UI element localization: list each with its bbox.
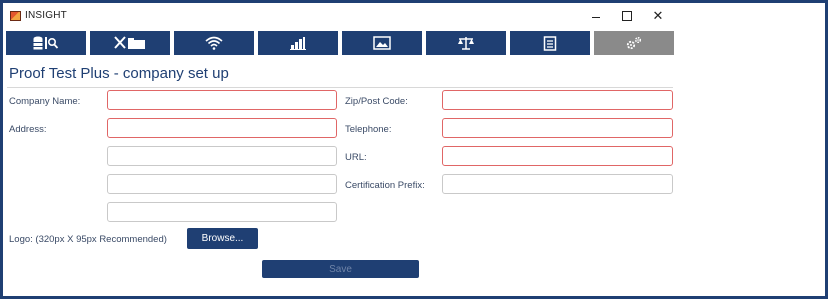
document-icon (543, 35, 557, 51)
company-name-label: Company Name: (9, 96, 81, 107)
scales-icon (458, 37, 474, 50)
wifi-icon (205, 36, 223, 50)
maximize-button[interactable] (612, 7, 642, 25)
address-line-2-field[interactable] (107, 146, 337, 166)
cert-prefix-field[interactable] (442, 174, 673, 194)
url-field[interactable] (442, 146, 673, 166)
minimize-button[interactable] (581, 7, 611, 25)
telephone-field[interactable] (442, 118, 673, 138)
toolbar-button-tools[interactable] (90, 31, 170, 55)
address-line-1-field[interactable] (107, 118, 337, 138)
app-window: INSIGHT ✕ Proof Test Plus - company set … (0, 0, 828, 299)
close-button[interactable]: ✕ (643, 7, 673, 25)
app-logo-icon (10, 11, 21, 21)
toolbar-button-chart[interactable] (258, 31, 338, 55)
zip-field[interactable] (442, 90, 673, 110)
address-line-3-field[interactable] (107, 174, 337, 194)
window-title: INSIGHT (25, 10, 67, 21)
image-icon (373, 36, 391, 50)
toolbar-button-wifi[interactable] (174, 31, 254, 55)
cert-prefix-label: Certification Prefix: (345, 180, 425, 191)
browse-button[interactable]: Browse... (187, 228, 258, 249)
maximize-icon (622, 11, 632, 21)
address-line-4-field[interactable] (107, 202, 337, 222)
toolbar-button-image[interactable] (342, 31, 422, 55)
tools-folder-icon (114, 36, 145, 49)
save-button[interactable]: Save (262, 260, 419, 278)
toolbar-button-database[interactable] (6, 31, 86, 55)
zip-label: Zip/Post Code: (345, 96, 408, 107)
address-label: Address: (9, 124, 47, 135)
title-bar: INSIGHT ✕ (3, 3, 825, 30)
page-title: Proof Test Plus - company set up (9, 65, 229, 82)
logo-label: Logo: (320px X 95px Recommended) (9, 234, 167, 245)
telephone-label: Telephone: (345, 124, 392, 135)
toolbar-button-settings[interactable] (594, 31, 674, 55)
bar-chart-icon (290, 37, 306, 50)
minimize-icon (592, 16, 600, 18)
toolbar-button-scales[interactable] (426, 31, 506, 55)
url-label: URL: (345, 152, 367, 163)
toolbar-button-document[interactable] (510, 31, 590, 55)
company-name-field[interactable] (107, 90, 337, 110)
gears-icon (626, 36, 642, 50)
main-toolbar (6, 31, 674, 55)
divider (7, 87, 673, 88)
database-search-icon (33, 36, 59, 50)
